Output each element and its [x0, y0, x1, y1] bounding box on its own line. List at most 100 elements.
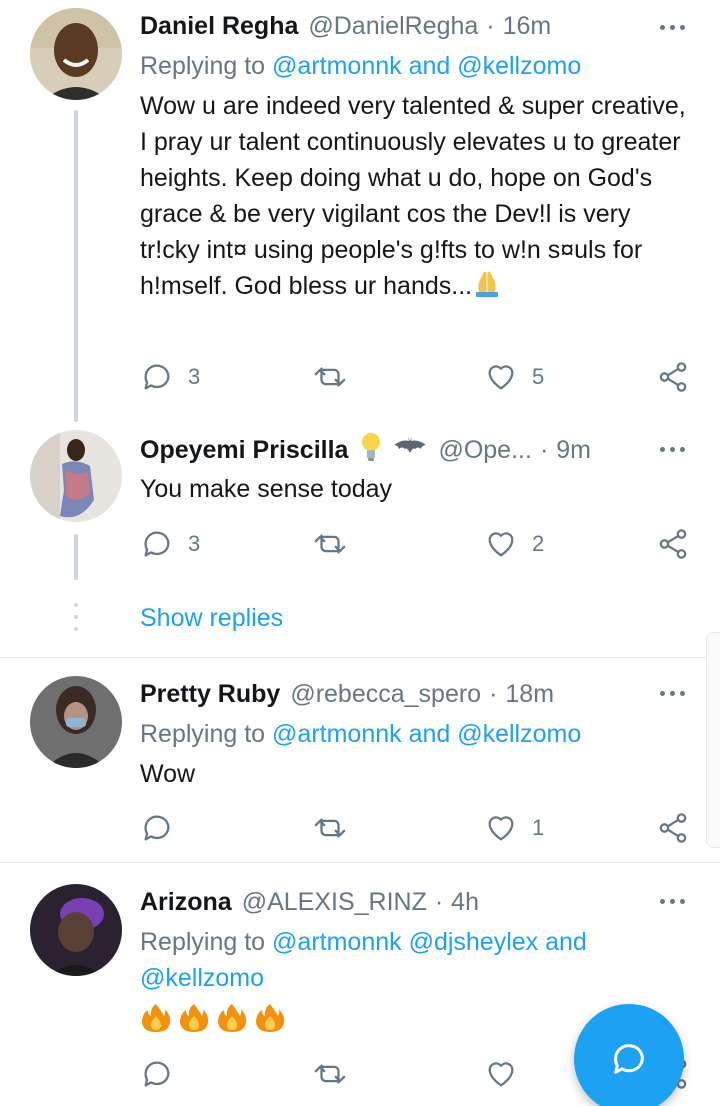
avatar[interactable] — [30, 430, 122, 522]
separator-dot: · — [434, 887, 444, 916]
share-button[interactable] — [656, 524, 690, 564]
reply-button[interactable]: 3 — [140, 524, 200, 564]
like-button[interactable]: 5 — [484, 357, 544, 397]
folded-hands-emoji — [472, 270, 502, 308]
fire-emoji — [142, 1004, 171, 1032]
tweet-header: Arizona @ALEXIS_RINZ · 4h — [140, 882, 680, 922]
mention-links-line2[interactable]: @kellzomo — [140, 964, 264, 992]
retweet-icon — [314, 1064, 346, 1084]
compose-reply-icon — [614, 1044, 644, 1074]
display-name[interactable]: Pretty Ruby — [140, 680, 280, 709]
share-button[interactable] — [656, 808, 690, 848]
like-count: 5 — [532, 364, 545, 389]
tweet-text: You make sense today — [140, 471, 696, 507]
share-icon — [659, 362, 687, 392]
share-icon — [659, 529, 687, 559]
tweet-text-content: Wow u are indeed very talented & super c… — [140, 92, 686, 300]
timestamp[interactable]: 18m — [505, 680, 554, 709]
divider — [0, 862, 720, 863]
retweet-icon — [314, 818, 346, 838]
compose-reply-button[interactable] — [574, 1004, 684, 1106]
avatar[interactable] — [30, 8, 122, 100]
replying-prefix: Replying to — [140, 720, 273, 748]
timestamp[interactable]: 4h — [451, 888, 479, 917]
tweet-text: Wow — [140, 756, 696, 792]
tweet-text-content: You make sense today — [140, 475, 393, 503]
replying-to: Replying to @artmonnk and @kellzomo — [140, 48, 581, 84]
mention-links[interactable]: @artmonnk and @kellzomo — [272, 52, 581, 80]
retweet-button[interactable] — [312, 808, 348, 848]
like-button[interactable] — [484, 1054, 532, 1094]
like-icon — [488, 365, 514, 390]
tweet-actions: 3 2 — [140, 524, 700, 564]
like-button[interactable]: 1 — [484, 808, 544, 848]
separator-dot: · — [489, 679, 498, 708]
thread-continuation-dots — [73, 603, 79, 639]
tweet-text: Wow u are indeed very talented & super c… — [140, 88, 696, 308]
user-handle[interactable]: @Ope... — [438, 436, 531, 465]
more-icon[interactable] — [652, 886, 692, 916]
share-icon — [659, 813, 687, 843]
tweet-pretty-ruby[interactable]: Pretty Ruby @rebecca_spero · 18m Replyin… — [0, 672, 720, 862]
replying-prefix: Replying to — [140, 52, 273, 80]
retweet-button[interactable] — [312, 357, 348, 397]
retweet-button[interactable] — [312, 524, 348, 564]
like-icon — [488, 532, 514, 557]
more-icon[interactable] — [652, 678, 692, 708]
like-count: 1 — [532, 815, 545, 840]
replying-to: Replying to @artmonnk and @kellzomo — [140, 716, 581, 752]
avatar[interactable] — [30, 676, 122, 768]
like-button[interactable]: 2 — [484, 524, 544, 564]
thread-line — [74, 534, 78, 580]
retweet-icon — [314, 534, 346, 554]
reply-feed: Daniel Regha @DanielRegha · 16m Replying… — [0, 0, 720, 1106]
light-bulb-emoji — [358, 431, 384, 470]
tweet-opeyemi-priscilla[interactable]: Opeyemi Priscilla @Ope... · 9m You make … — [0, 430, 720, 650]
timestamp[interactable]: 16m — [503, 12, 552, 41]
user-handle[interactable]: @DanielRegha — [308, 12, 478, 41]
display-name[interactable]: Opeyemi Priscilla — [140, 436, 348, 465]
tweet-header: Pretty Ruby @rebecca_spero · 18m — [140, 674, 680, 714]
reply-button[interactable]: 3 — [140, 357, 200, 397]
bat-emoji — [392, 435, 428, 466]
like-icon — [488, 816, 514, 841]
fire-emoji — [218, 1004, 247, 1032]
reply-button[interactable] — [140, 1054, 188, 1094]
tweet-actions: 3 5 — [140, 357, 700, 397]
show-replies-link[interactable]: Show replies — [140, 600, 283, 636]
reply-icon — [144, 364, 170, 390]
replying-to: Replying to @artmonnk @djsheylex and @ke… — [140, 924, 587, 996]
fire-emoji — [256, 1004, 285, 1032]
mention-links[interactable]: @artmonnk and @kellzomo — [272, 720, 581, 748]
reply-icon — [144, 815, 170, 841]
tweet-actions: 1 — [140, 808, 700, 848]
tweet-header: Daniel Regha @DanielRegha · 16m — [140, 6, 680, 46]
reply-button[interactable] — [140, 808, 188, 848]
more-icon[interactable] — [652, 12, 692, 42]
tweet-text-content: Wow — [140, 760, 196, 788]
display-name[interactable]: Arizona — [140, 888, 232, 917]
reply-icon — [144, 1061, 170, 1087]
tweet-daniel-regha[interactable]: Daniel Regha @DanielRegha · 16m Replying… — [0, 0, 720, 430]
display-name[interactable]: Daniel Regha — [140, 12, 298, 41]
retweet-icon — [314, 367, 346, 387]
fire-emoji — [180, 1004, 209, 1032]
reply-count: 3 — [188, 531, 201, 556]
mention-links[interactable]: @artmonnk @djsheylex and — [272, 928, 587, 956]
retweet-button[interactable] — [312, 1054, 348, 1094]
separator-dot: · — [539, 435, 549, 464]
avatar[interactable] — [30, 884, 122, 976]
like-count: 2 — [532, 531, 545, 556]
like-icon — [488, 1062, 514, 1087]
reply-icon — [144, 531, 170, 557]
more-icon[interactable] — [652, 434, 692, 464]
reply-count: 3 — [188, 364, 201, 389]
timestamp[interactable]: 9m — [556, 436, 591, 465]
user-handle[interactable]: @ALEXIS_RINZ — [242, 888, 427, 917]
separator-dot: · — [486, 11, 495, 40]
scroll-handle[interactable] — [706, 632, 720, 848]
tweet-header: Opeyemi Priscilla @Ope... · 9m — [140, 430, 680, 470]
user-handle[interactable]: @rebecca_spero — [290, 680, 481, 709]
share-button[interactable] — [656, 357, 690, 397]
replying-prefix: Replying to — [140, 928, 273, 956]
